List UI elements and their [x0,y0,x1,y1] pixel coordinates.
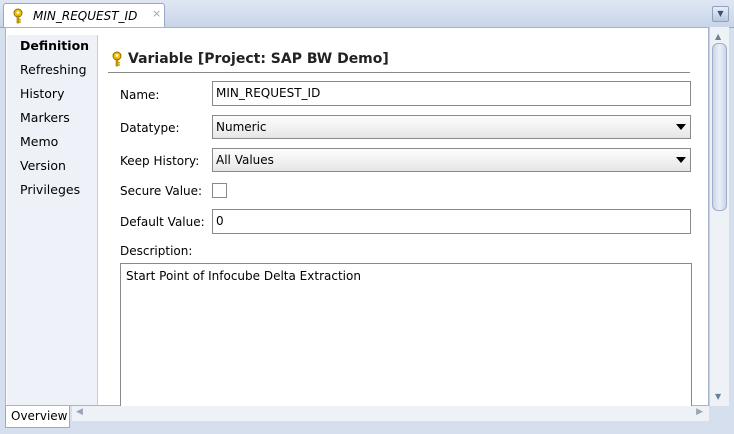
scrollbar-thumb[interactable] [712,43,727,211]
close-icon[interactable]: × [152,7,161,20]
scroll-left-icon[interactable]: ◀ [76,407,83,417]
secure-value-label: Secure Value: [120,184,203,198]
scroll-down-icon[interactable]: ▼ [715,392,721,401]
keep-history-label: Keep History: [120,154,200,168]
default-value-label: Default Value: [120,215,205,229]
dropdown-arrow-icon [676,157,686,163]
page-title: Variable [Project: SAP BW Demo] [128,51,389,67]
sidebar-item-definition[interactable]: Definition [20,38,89,53]
vertical-scrollbar[interactable]: ▲ ▼ [709,27,729,406]
editor-tab-bar: MIN_REQUEST_ID × ▼ [0,0,734,28]
keep-history-selected-value: All Values [216,153,274,167]
chevron-down-icon: ▼ [717,9,724,18]
sidebar-item-history[interactable]: History [20,86,64,101]
sidebar-nav: Definition Refreshing History Markers Me… [7,35,98,405]
key-icon [11,8,25,27]
datatype-select[interactable]: Numeric [212,115,691,139]
description-textarea[interactable]: Start Point of Infocube Delta Extraction [120,263,692,406]
sidebar-item-markers[interactable]: Markers [20,110,70,125]
key-icon [110,51,124,70]
description-label: Description: [120,244,193,258]
sidebar-item-memo[interactable]: Memo [20,134,58,149]
sidebar-item-refreshing[interactable]: Refreshing [20,62,87,77]
scroll-up-icon[interactable]: ▲ [715,32,721,41]
default-value-field[interactable]: 0 [212,209,691,234]
editor-tab-min-request-id[interactable]: MIN_REQUEST_ID × [3,3,165,27]
sidebar-item-privileges[interactable]: Privileges [20,182,80,197]
secure-value-checkbox[interactable] [212,183,227,198]
horizontal-scrollbar[interactable]: ◀ ▶ [72,406,709,421]
section-header: Variable [Project: SAP BW Demo] [108,48,690,73]
dropdown-arrow-icon [676,124,686,130]
name-field[interactable]: MIN_REQUEST_ID [212,81,691,106]
tab-overview[interactable]: Overview [5,406,70,428]
name-label: Name: [120,88,160,102]
scroll-right-icon[interactable]: ▶ [696,407,703,417]
sidebar-item-version[interactable]: Version [20,158,66,173]
bottom-bar: Overview ◀ ▶ [0,406,734,434]
datatype-label: Datatype: [120,121,180,135]
tab-title: MIN_REQUEST_ID [33,9,138,23]
keep-history-select[interactable]: All Values [212,148,691,172]
datatype-selected-value: Numeric [216,120,267,134]
view-menu-button[interactable]: ▼ [712,6,729,22]
